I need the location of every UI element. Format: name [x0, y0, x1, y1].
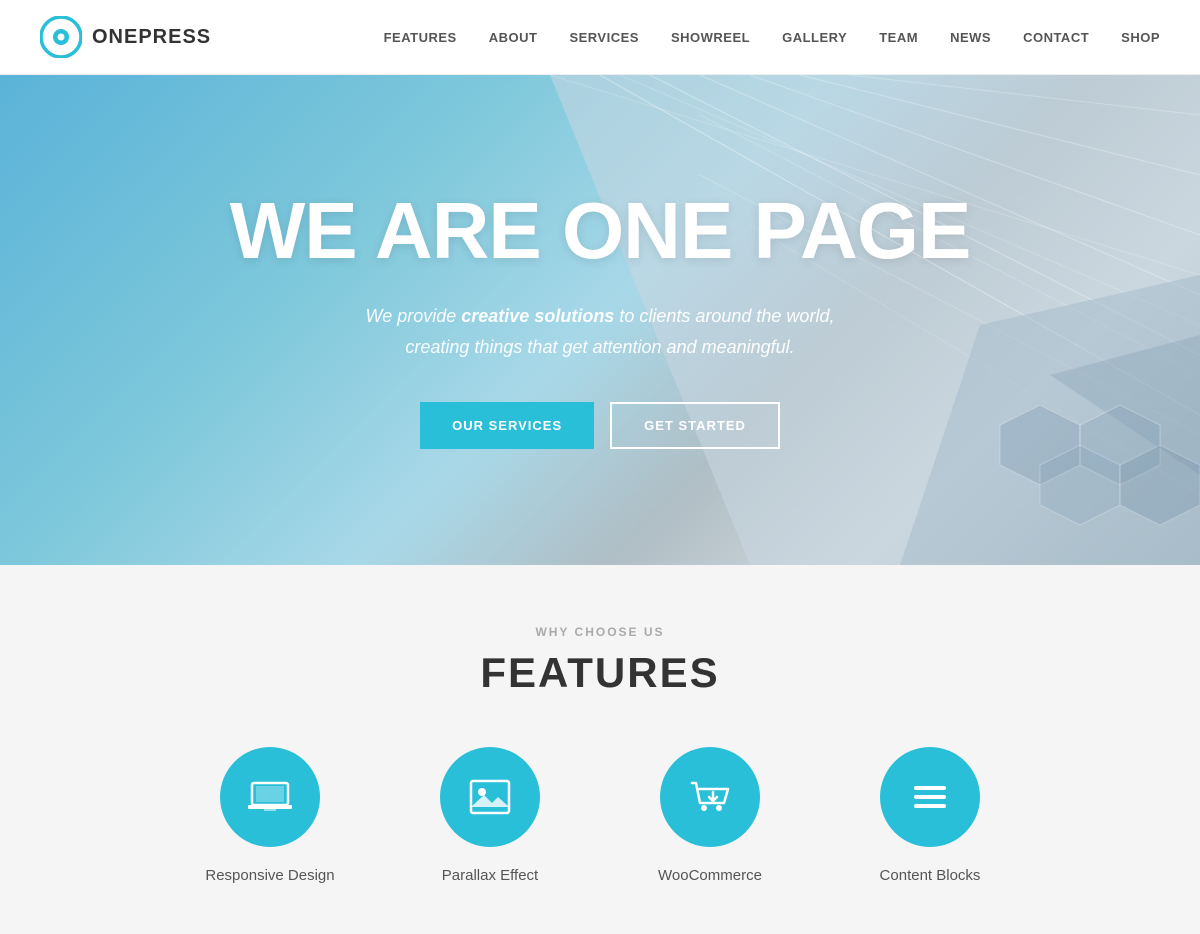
logo-text: ONEPRESS: [92, 26, 211, 49]
features-title: FEATURES: [40, 649, 1160, 697]
parallax-icon-circle: [440, 747, 540, 847]
nav-gallery[interactable]: GALLERY: [782, 30, 847, 45]
woocommerce-label: WooCommerce: [658, 867, 762, 884]
feature-parallax: Parallax Effect: [410, 747, 570, 884]
site-header: ONEPRESS FEATURES ABOUT SERVICES SHOWREE…: [0, 0, 1200, 75]
our-services-button[interactable]: OUR SERVICES: [420, 402, 594, 449]
hero-section: WE ARE ONE PAGE We provide creative solu…: [0, 75, 1200, 565]
nav-showreel[interactable]: SHOWREEL: [671, 30, 750, 45]
nav-contact[interactable]: CONTACT: [1023, 30, 1089, 45]
responsive-label: Responsive Design: [205, 867, 334, 884]
nav-features[interactable]: FEATURES: [384, 30, 457, 45]
nav-team[interactable]: TEAM: [879, 30, 918, 45]
feature-woocommerce: WooCommerce: [630, 747, 790, 884]
logo-icon: [40, 16, 82, 58]
hero-content: WE ARE ONE PAGE We provide creative solu…: [210, 191, 991, 449]
content-blocks-icon-circle: [880, 747, 980, 847]
hero-title: WE ARE ONE PAGE: [230, 191, 971, 271]
nav-shop[interactable]: SHOP: [1121, 30, 1160, 45]
nav-news[interactable]: NEWS: [950, 30, 991, 45]
nav-services[interactable]: SERVICES: [569, 30, 639, 45]
features-grid: Responsive Design Parallax Effect: [40, 747, 1160, 884]
nav-about[interactable]: ABOUT: [489, 30, 538, 45]
menu-icon: [906, 773, 954, 821]
cart-icon: [686, 773, 734, 821]
main-nav: FEATURES ABOUT SERVICES SHOWREEL GALLERY…: [384, 30, 1160, 45]
features-section: WHY CHOOSE US FEATURES Responsive Design: [0, 565, 1200, 934]
responsive-icon-circle: [220, 747, 320, 847]
parallax-label: Parallax Effect: [442, 867, 538, 884]
laptop-icon: [246, 773, 294, 821]
image-icon: [466, 773, 514, 821]
content-blocks-label: Content Blocks: [880, 867, 981, 884]
hero-subtitle: We provide creative solutions to clients…: [350, 301, 850, 362]
logo[interactable]: ONEPRESS: [40, 16, 211, 58]
get-started-button[interactable]: GET STARTED: [610, 402, 780, 449]
hero-buttons: OUR SERVICES GET STARTED: [230, 402, 971, 449]
woocommerce-icon-circle: [660, 747, 760, 847]
feature-content-blocks: Content Blocks: [850, 747, 1010, 884]
features-label: WHY CHOOSE US: [40, 625, 1160, 639]
feature-responsive: Responsive Design: [190, 747, 350, 884]
